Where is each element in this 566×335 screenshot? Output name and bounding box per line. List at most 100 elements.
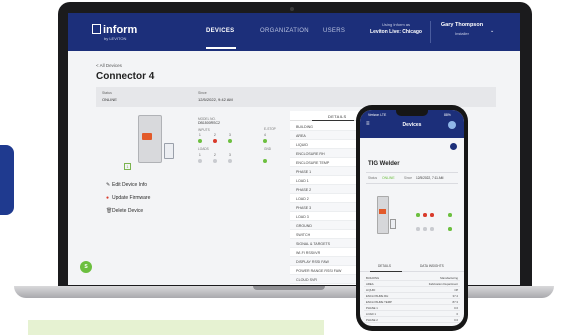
phone-detail-row: PHASE 2 0.0 — [364, 317, 460, 323]
row-label: WI-FI RSSI/VR — [296, 250, 321, 255]
phone-tab-indicator — [370, 271, 402, 272]
loads-label: LOADS — [198, 147, 209, 151]
load-status-indicator — [423, 227, 427, 231]
load-status-indicator — [213, 159, 217, 163]
logo-icon — [92, 24, 101, 34]
input-number: 2 — [214, 133, 216, 137]
row-label: AREA — [366, 282, 374, 286]
row-label: PHASE 3 — [296, 205, 312, 210]
gnd-status-indicator — [263, 159, 267, 163]
row-label: PHASE 2 — [296, 187, 312, 192]
phone-screen: Verizon LTE 12:03 PM 88% ≡ Devices TIG W… — [360, 110, 464, 326]
divider — [366, 172, 458, 173]
user-role: Installer — [454, 31, 469, 36]
row-label: LOAD 2 — [296, 196, 309, 201]
row-label: LOAD 3 — [296, 214, 309, 219]
row-label: PHASE 1 — [296, 169, 312, 174]
row-label: ENCLOSURE TEMP — [366, 300, 392, 304]
load-status-indicator — [228, 159, 232, 163]
nav-tab-devices[interactable]: DEVICES — [206, 28, 234, 34]
input-status-indicator — [416, 213, 420, 217]
row-label: ENCLOSURE TEMP — [296, 160, 330, 165]
update-firmware-label: Update Firmware — [112, 195, 151, 201]
row-value: 37.4 — [452, 294, 458, 298]
row-label: DISPLAY RSSI FAW — [296, 259, 329, 264]
since-value: 12/5/2022, 9:42 AM — [198, 97, 233, 102]
using-value: Leviton Live: Chicago — [370, 29, 422, 35]
image-gallery-icon[interactable]: 1 — [124, 163, 131, 170]
load-number: 3 — [229, 153, 231, 157]
help-fab-button[interactable]: S — [80, 261, 92, 273]
input-status-indicator — [213, 139, 217, 143]
phone-status-label: Status — [368, 176, 378, 180]
delete-device-label: Delete Device — [112, 208, 144, 214]
edit-device-button[interactable]: ✎ Edit Device Info — [106, 182, 147, 188]
phone-device-name: TIG Welder — [368, 161, 400, 167]
nav-tab-users[interactable]: USERS — [323, 28, 345, 34]
row-value: 87.3 — [452, 300, 458, 304]
divider — [366, 183, 458, 184]
phone-tab-details[interactable]: DETAILS — [378, 264, 391, 268]
logo-subtext: by LEVITON — [104, 36, 127, 41]
header-divider — [430, 21, 431, 43]
row-label: AREA — [296, 133, 306, 138]
input-number: 4 — [264, 133, 266, 137]
input-status-indicator — [198, 139, 202, 143]
delete-device-button[interactable]: 🗑Delete Device — [106, 208, 143, 214]
organization-switcher[interactable]: Using Inform as Leviton Live: Chicago — [366, 22, 426, 35]
phone-status-value: ONLINE — [382, 176, 395, 180]
phone-tab-bar: DETAILS DATA INSIGHTS — [360, 260, 464, 272]
row-label: CLOUD SVR — [296, 277, 317, 282]
row-value: 0.0 — [454, 306, 458, 310]
input-number: 1 — [199, 133, 201, 137]
phone-device-image — [374, 195, 396, 235]
load-status-indicator — [198, 159, 202, 163]
row-value: 0.0 — [454, 318, 458, 322]
load-status-indicator — [416, 227, 420, 231]
device-panel — [164, 143, 174, 159]
device-body — [377, 196, 389, 234]
row-value: Manufacturing — [440, 276, 458, 280]
phone-tab-data-insights[interactable]: DATA INSIGHTS — [420, 264, 444, 268]
inputs-label: INPUTS — [198, 128, 210, 132]
using-label: Using Inform as — [381, 22, 410, 27]
decorative-side-tab — [0, 145, 14, 215]
since-label: Since — [198, 91, 207, 95]
inform-logo[interactable]: inform — [92, 24, 137, 36]
page-title: Connector 4 — [96, 71, 155, 82]
app-header: inform by LEVITON DEVICES ORGANIZATION U… — [68, 13, 520, 51]
estop-status-indicator — [263, 139, 267, 143]
gnd-label: GND — [264, 147, 272, 151]
row-label: LIQUID — [366, 288, 376, 292]
input-status-indicator — [430, 213, 434, 217]
tab-details[interactable]: DETAILS — [328, 114, 346, 119]
logo-text: inform — [103, 24, 138, 36]
nav-tab-organization[interactable]: ORGANIZATION — [260, 28, 309, 34]
row-label: POWER RANGE RSSI FAW — [296, 268, 342, 273]
back-link[interactable]: < All Devices — [96, 63, 122, 68]
row-label: ENCLOSURE RH — [296, 151, 325, 156]
device-handle — [379, 209, 386, 214]
status-label: Status — [102, 91, 112, 95]
phone: Verizon LTE 12:03 PM 88% ≡ Devices TIG W… — [356, 105, 468, 331]
input-status-indicator — [228, 139, 232, 143]
row-label: LOAD 1 — [296, 178, 309, 183]
decorative-band — [28, 320, 324, 335]
details-tab-indicator — [312, 120, 354, 121]
user-menu[interactable]: Gary Thompson Installer — [436, 22, 488, 36]
device-panel — [390, 219, 396, 229]
row-label: LIQUID — [296, 142, 308, 147]
camera-dot — [290, 7, 294, 11]
row-label: BUILDING — [366, 276, 380, 280]
phone-carrier: Verizon LTE — [368, 113, 387, 117]
avatar[interactable] — [448, 121, 456, 129]
input-number: 3 — [229, 133, 231, 137]
phone-notch — [396, 110, 428, 116]
phone-action-button[interactable] — [450, 143, 457, 150]
chevron-down-icon[interactable]: ⌄ — [490, 28, 494, 34]
estop-label: E-STOP — [264, 127, 276, 131]
status-value: ONLINE — [102, 97, 117, 102]
gnd-status-indicator — [448, 227, 452, 231]
device-handle — [142, 133, 152, 140]
update-firmware-button[interactable]: ● Update Firmware — [106, 195, 150, 201]
